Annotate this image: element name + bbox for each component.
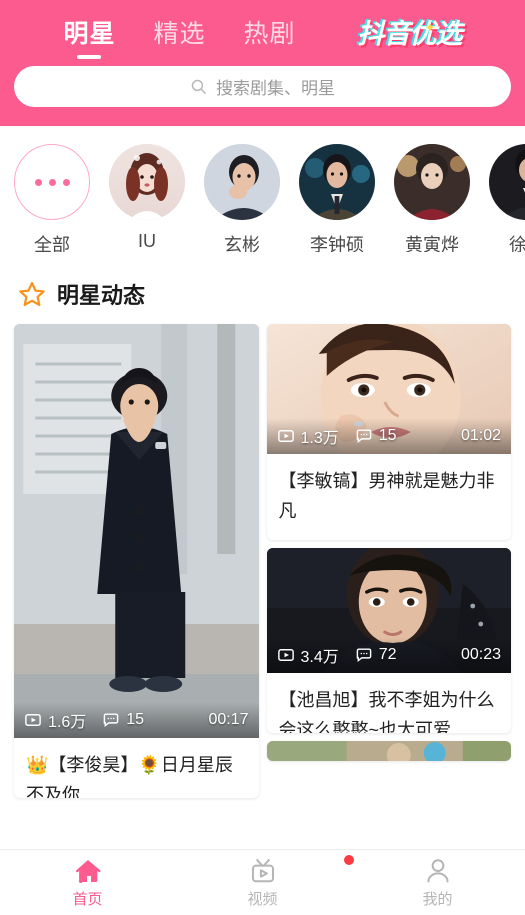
tab-reju[interactable]: 热剧	[244, 18, 296, 50]
play-count-icon	[277, 649, 294, 661]
video-stats-overlay: 1.3万 15 01:02	[266, 418, 511, 454]
video-title[interactable]: 【李敏镐】男神就是魅力非凡	[267, 454, 512, 540]
brand-logo-text: 抖音优选	[357, 19, 463, 49]
tab-reju-label: 热剧	[243, 20, 296, 48]
star-item-iu[interactable]: IU	[109, 144, 185, 252]
avatar-image	[489, 144, 525, 220]
video-duration: 00:17	[208, 711, 249, 728]
star-label: 徐仁	[509, 235, 525, 252]
tab-jingxuan[interactable]: 精选	[153, 18, 205, 50]
star-item-all[interactable]: 全部	[14, 144, 90, 252]
star-outline-icon	[19, 281, 45, 307]
comment-count: 15	[126, 711, 145, 728]
avatar[interactable]	[109, 144, 185, 220]
video-thumbnail[interactable]: 1.6万 15 00:17	[14, 324, 259, 738]
star-filter-row[interactable]: 全部 IU 玄彬 李钟硕 黄寅烨 徐	[0, 126, 525, 252]
sparkle-icon: ✦	[424, 20, 436, 35]
search-bar[interactable]: 搜索剧集、明星	[14, 66, 511, 107]
star-label: IU	[138, 231, 156, 251]
avatar-image	[394, 144, 470, 220]
top-tab-bar: 明星 精选 热剧 ✦ 抖音优选	[14, 0, 511, 66]
person-icon	[350, 856, 525, 886]
video-thumbnail[interactable]: 3.4万 72 00:23	[266, 548, 511, 673]
star-avatar-all[interactable]	[14, 144, 90, 220]
star-label: 玄彬	[224, 235, 260, 252]
avatar[interactable]	[394, 144, 470, 220]
video-card[interactable]: 1.6万 15 00:17 👑【李俊昊】🌻日月星辰 不及你	[14, 324, 259, 798]
comment-count-icon	[103, 713, 119, 728]
comment-count: 72	[378, 646, 397, 663]
avatar[interactable]	[204, 144, 280, 220]
view-count: 1.3万	[300, 430, 339, 447]
avatar[interactable]	[299, 144, 375, 220]
search-icon	[191, 79, 206, 94]
nav-item-video[interactable]: 视频	[175, 855, 354, 909]
view-count: 1.6万	[48, 714, 87, 731]
avatar[interactable]	[489, 144, 525, 220]
nav-label-profile: 我的	[422, 891, 453, 908]
brand-logo[interactable]: ✦ 抖音优选	[357, 18, 463, 50]
nav-label-home: 首页	[72, 891, 103, 908]
video-title[interactable]: 👑【李俊昊】🌻日月星辰 不及你	[14, 738, 259, 798]
star-label: 李钟硕	[310, 235, 364, 252]
comment-count-icon	[356, 648, 372, 663]
bottom-navigation: 首页 视频 我的	[0, 849, 525, 915]
tab-mingxing[interactable]: 明星	[63, 18, 116, 59]
feed-column-right: 1.3万 15 01:02 【李敏镐】男神就是魅力非凡 3.4万 72 00:2…	[266, 324, 512, 798]
tab-active-underline	[77, 55, 102, 59]
video-card-partial[interactable]	[266, 741, 511, 761]
video-feed: 1.6万 15 00:17 👑【李俊昊】🌻日月星辰 不及你 1.3万 15 01…	[0, 324, 525, 798]
nav-item-profile[interactable]: 我的	[350, 856, 525, 909]
tab-jingxuan-label: 精选	[153, 20, 206, 48]
avatar-image	[299, 144, 375, 220]
app-screen: 明星 精选 热剧 ✦ 抖音优选 搜索剧集、明星 全部 IU 玄彬 李钟硕 黄寅烨…	[0, 0, 525, 915]
play-count-icon	[277, 430, 294, 442]
home-icon	[0, 856, 175, 886]
video-duration: 01:02	[460, 427, 501, 444]
feed-column-left: 1.6万 15 00:17 👑【李俊昊】🌻日月星辰 不及你	[14, 324, 259, 798]
ellipsis-icon	[48, 178, 56, 186]
thumbnail-image	[266, 741, 511, 761]
star-item-hwanginyeop[interactable]: 黄寅烨	[394, 144, 470, 252]
star-item-xuren[interactable]: 徐仁	[489, 144, 525, 252]
star-item-leejongsuk[interactable]: 李钟硕	[299, 144, 375, 252]
nav-item-home[interactable]: 首页	[0, 856, 175, 909]
tv-play-icon	[175, 855, 354, 886]
star-label: 黄寅烨	[405, 235, 459, 252]
star-label: 全部	[34, 235, 70, 252]
app-header: 明星 精选 热剧 ✦ 抖音优选 搜索剧集、明星	[0, 0, 525, 126]
video-thumbnail[interactable]: 1.3万 15 01:02	[266, 324, 511, 454]
section-title: 明星动态	[57, 283, 146, 308]
video-thumbnail[interactable]	[266, 741, 511, 761]
section-header: 明星动态	[0, 252, 525, 324]
video-stats-overlay: 1.6万 15 00:17	[14, 702, 259, 738]
thumbnail-image	[14, 324, 259, 738]
ellipsis-icon	[62, 178, 70, 186]
avatar-image	[204, 144, 280, 220]
video-stats-overlay: 3.4万 72 00:23	[266, 637, 511, 673]
play-count-icon	[25, 714, 41, 726]
search-input[interactable]: 搜索剧集、明星	[216, 74, 335, 99]
comment-count-icon	[356, 429, 372, 444]
nav-label-video: 视频	[247, 891, 278, 908]
tab-mingxing-label: 明星	[63, 20, 116, 48]
video-card[interactable]: 1.3万 15 01:02 【李敏镐】男神就是魅力非凡	[266, 324, 512, 540]
ellipsis-icon	[34, 178, 42, 186]
video-card[interactable]: 3.4万 72 00:23 【池昌旭】我不李姐为什么会这么憨憨~也太可爱…	[266, 548, 512, 733]
avatar-image	[109, 144, 185, 220]
star-item-hyunbin[interactable]: 玄彬	[204, 144, 280, 252]
video-title[interactable]: 【池昌旭】我不李姐为什么会这么憨憨~也太可爱…	[267, 673, 512, 733]
video-duration: 00:23	[460, 646, 501, 663]
view-count: 3.4万	[300, 649, 339, 666]
comment-count: 15	[378, 427, 397, 444]
